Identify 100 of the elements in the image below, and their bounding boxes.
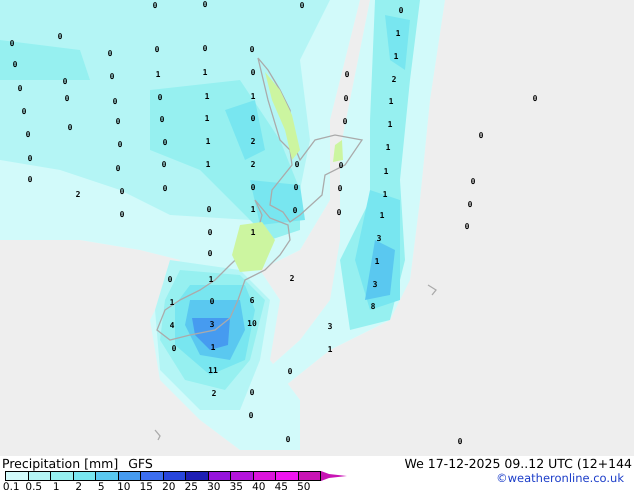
valid-time: We 17-12-2025 09..12 UTC (12+144 bbox=[404, 456, 632, 471]
precipitation-value: 0 bbox=[206, 205, 212, 214]
precipitation-value: 2 bbox=[212, 389, 216, 398]
legend-label: 40 bbox=[251, 481, 266, 490]
precipitation-value: 1 bbox=[250, 205, 256, 214]
precipitation-value: 1 bbox=[206, 160, 210, 169]
precipitation-value: 11 bbox=[208, 366, 218, 375]
precipitation-value: 0 bbox=[342, 117, 348, 126]
precipitation-value: 3 bbox=[328, 322, 332, 331]
precipitation-value: 1 bbox=[386, 143, 390, 152]
precipitation-value: 0 bbox=[118, 140, 122, 149]
precipitation-value: 0 bbox=[458, 437, 462, 446]
precipitation-value: 2 bbox=[290, 274, 294, 283]
precipitation-value: 1 bbox=[388, 97, 394, 106]
precipitation-value: 0 bbox=[162, 184, 168, 193]
legend-label: 45 bbox=[274, 481, 289, 490]
precipitation-value: 3 bbox=[372, 280, 378, 289]
precipitation-value: 2 bbox=[250, 160, 256, 169]
precipitation-value: 0 bbox=[26, 130, 30, 139]
precipitation-value: 0 bbox=[478, 131, 484, 140]
precipitation-value: 0 bbox=[344, 94, 348, 103]
precipitation-value: 1 bbox=[202, 68, 208, 77]
legend-label: 15 bbox=[138, 481, 154, 490]
precipitation-value: 0 bbox=[172, 344, 176, 353]
precipitation-value: 0 bbox=[10, 39, 14, 48]
precipitation-value: 0 bbox=[210, 297, 214, 306]
precipitation-value: 0 bbox=[28, 154, 32, 163]
precipitation-value: 0 bbox=[470, 177, 476, 186]
precipitation-value: 1 bbox=[250, 92, 256, 101]
precipitation-value: 0 bbox=[464, 222, 470, 231]
precipitation-value: 0 bbox=[208, 249, 212, 258]
precipitation-value: 1 bbox=[328, 345, 332, 354]
precipitation-value: 1 bbox=[374, 257, 380, 266]
precipitation-value: 3 bbox=[210, 320, 214, 329]
precipitation-value: 1 bbox=[388, 120, 392, 129]
precipitation-value: 1 bbox=[394, 52, 398, 61]
precipitation-value: 0 bbox=[292, 206, 298, 215]
precipitation-value: 0 bbox=[294, 183, 298, 192]
precipitation-value: 0 bbox=[344, 70, 350, 79]
precipitation-value: 2 bbox=[392, 75, 396, 84]
precipitation-value: 0 bbox=[208, 228, 212, 237]
precipitation-value: 0 bbox=[286, 435, 290, 444]
precipitation-value: 0 bbox=[154, 45, 160, 54]
model-name: GFS bbox=[128, 456, 153, 471]
credit-link[interactable]: ©weatheronline.co.uk bbox=[496, 471, 632, 485]
precipitation-value: 0 bbox=[22, 107, 26, 116]
legend-label: 2 bbox=[74, 481, 84, 490]
precipitation-value: 0 bbox=[64, 94, 70, 103]
precipitation-value: 2 bbox=[250, 137, 256, 146]
precipitation-value: 0 bbox=[108, 49, 112, 58]
precipitation-value: 1 bbox=[156, 70, 160, 79]
precipitation-value: 0 bbox=[532, 94, 538, 103]
legend-label: 1 bbox=[52, 481, 61, 490]
legend-label: 30 bbox=[206, 481, 222, 490]
precipitation-value: 0 bbox=[168, 275, 172, 284]
precipitation-value: 0 bbox=[116, 117, 120, 126]
precipitation-value: 4 bbox=[170, 321, 174, 330]
legend-label: 0.1 bbox=[2, 481, 21, 490]
precipitation-value: 1 bbox=[382, 190, 388, 199]
precipitation-value: 0 bbox=[160, 115, 164, 124]
precipitation-value: 10 bbox=[247, 319, 257, 328]
precipitation-value: 0 bbox=[288, 367, 292, 376]
legend-label: 0.5 bbox=[24, 481, 44, 490]
legend-label: 50 bbox=[296, 481, 312, 490]
precipitation-value: 1 bbox=[170, 298, 174, 307]
precipitation-value: 0 bbox=[338, 161, 344, 170]
precipitation-value: 0 bbox=[110, 72, 114, 81]
precipitation-value: 6 bbox=[250, 296, 254, 305]
precipitation-value: 8 bbox=[370, 302, 376, 311]
precipitation-value: 0 bbox=[250, 388, 254, 397]
precipitation-value: 1 bbox=[384, 167, 388, 176]
precipitation-value: 0 bbox=[468, 200, 472, 209]
precipitation-value: 0 bbox=[300, 1, 304, 10]
precipitation-value: 0 bbox=[202, 44, 208, 53]
precipitation-value: 0 bbox=[120, 210, 124, 219]
precipitation-value: 0 bbox=[294, 160, 300, 169]
precipitation-value: 0 bbox=[250, 45, 254, 54]
precipitation-value: 0 bbox=[338, 184, 342, 193]
precipitation-value: 1 bbox=[210, 343, 216, 352]
precipitation-value: 0 bbox=[18, 84, 22, 93]
precipitation-value: 0 bbox=[112, 97, 118, 106]
precipitation-value: 1 bbox=[206, 137, 210, 146]
precipitation-value: 0 bbox=[68, 123, 72, 132]
precipitation-value: 3 bbox=[376, 234, 382, 243]
chart-title: Precipitation [mm] bbox=[2, 456, 118, 471]
precipitation-value: 1 bbox=[250, 228, 256, 237]
precipitation-value: 0 bbox=[398, 6, 404, 15]
precipitation-value: 1 bbox=[204, 114, 210, 123]
legend-label: 25 bbox=[184, 481, 199, 490]
precipitation-value: 0 bbox=[336, 208, 342, 217]
precipitation-value: 0 bbox=[152, 1, 158, 10]
legend-label: 5 bbox=[96, 481, 106, 490]
precipitation-value: 0 bbox=[158, 93, 162, 102]
precipitation-value: 0 bbox=[202, 0, 208, 9]
precipitation-value: 0 bbox=[58, 32, 62, 41]
precipitation-value: 1 bbox=[204, 92, 210, 101]
precipitation-value: 1 bbox=[380, 211, 384, 220]
legend-label: 20 bbox=[161, 481, 176, 490]
precipitation-value: 0 bbox=[250, 114, 256, 123]
precipitation-value: 0 bbox=[162, 160, 166, 169]
